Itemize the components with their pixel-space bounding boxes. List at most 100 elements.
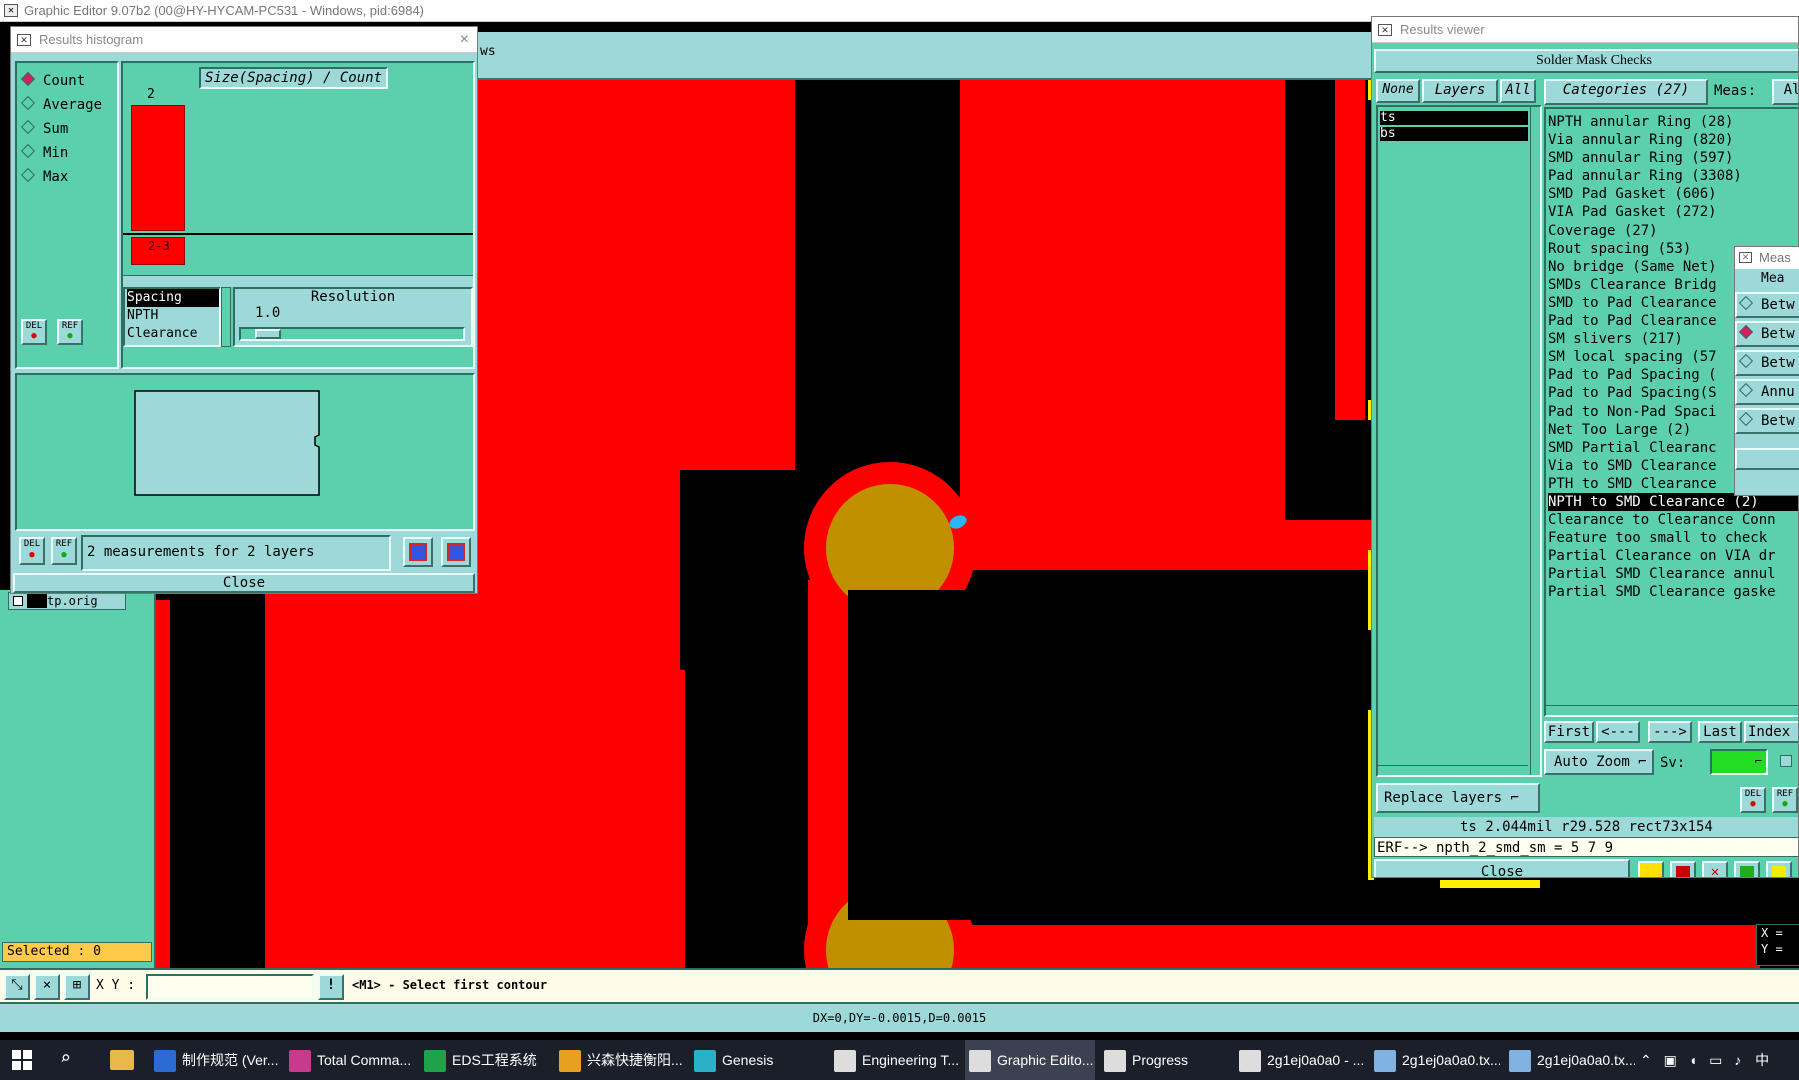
taskbar-item[interactable]: Progress (1100, 1040, 1230, 1080)
type-list[interactable]: Spacing NPTH Clearance (123, 287, 221, 347)
mode-option[interactable]: Sum (20, 117, 117, 141)
category-item[interactable]: VIA Pad Gasket (272) (1548, 203, 1798, 221)
doc-icon (154, 1050, 176, 1073)
bar-range-label[interactable]: 2-3 (131, 237, 185, 265)
histogram-bar[interactable] (131, 105, 185, 231)
type-item[interactable]: NPTH (127, 307, 219, 325)
sv-checkbox[interactable] (1780, 755, 1792, 767)
categories-button[interactable]: Categories (27) (1544, 79, 1708, 105)
last-button[interactable]: Last (1698, 721, 1742, 743)
category-item[interactable]: Clearance to Clearance Conn (1548, 511, 1798, 529)
tool-icon-3[interactable]: ✕ (1702, 861, 1728, 877)
search-icon[interactable]: ⌕ (60, 1048, 71, 1069)
measure-ref-button[interactable]: REF ● (51, 537, 77, 565)
replace-layers-button[interactable]: Replace layers ⌐ (1376, 783, 1540, 813)
type-scrollbar[interactable] (221, 287, 231, 347)
xy-input[interactable] (146, 974, 314, 1000)
category-item[interactable]: Partial SMD Clearance gaske (1548, 583, 1798, 601)
meas-option[interactable]: Annu (1735, 379, 1799, 405)
tool-icon-1[interactable] (1638, 861, 1664, 877)
layer-row[interactable]: tp.orig (8, 592, 126, 610)
meas-all-button[interactable]: Al (1772, 79, 1798, 105)
layer-list-vscroll[interactable] (1530, 107, 1540, 775)
zoom-measure-button[interactable] (403, 537, 433, 567)
meas-popup-button[interactable] (1735, 448, 1799, 470)
category-item[interactable]: Feature too small to check (1548, 529, 1798, 547)
zoom-fit-button[interactable] (441, 537, 471, 567)
taskbar-item[interactable]: 2g1ej0a0a0.tx... (1505, 1040, 1635, 1080)
histogram-close-icon[interactable]: × (460, 27, 469, 53)
mode-option[interactable]: Max (20, 165, 117, 189)
chart-scrollbar[interactable] (123, 275, 473, 287)
meas-option[interactable]: Betw (1735, 292, 1799, 318)
category-item[interactable]: SMD annular Ring (597) (1548, 149, 1798, 167)
mode-option[interactable]: Count (20, 69, 117, 93)
histogram-close-button[interactable]: Close (13, 573, 475, 593)
network-icon[interactable]: ▣ (1664, 1052, 1677, 1068)
tool-icon-2[interactable] (1670, 861, 1696, 877)
taskbar-item[interactable]: 兴森快捷衡阳... (555, 1040, 685, 1080)
resolution-slider[interactable] (239, 327, 465, 341)
volume-icon[interactable]: ◖ (1689, 1052, 1697, 1068)
taskbar-item[interactable]: 制作规范 (Ver... (150, 1040, 280, 1080)
category-item[interactable]: NPTH annular Ring (28) (1548, 113, 1798, 131)
category-item[interactable]: Pad annular Ring (3308) (1548, 167, 1798, 185)
start-button[interactable] (12, 1050, 32, 1070)
tool-icon-4[interactable] (1734, 861, 1760, 877)
mode-option[interactable]: Min (20, 141, 117, 165)
meas-option[interactable]: Betw (1735, 408, 1799, 434)
category-item[interactable]: Partial SMD Clearance annul (1548, 565, 1798, 583)
layers-button[interactable]: Layers (1422, 79, 1498, 103)
menu-fragment[interactable]: ws (480, 44, 496, 59)
layer-item[interactable]: ts (1380, 111, 1528, 125)
resolution-slider-thumb[interactable] (255, 329, 281, 339)
mode-del-button[interactable]: DEL ● (21, 319, 47, 345)
index-button[interactable]: Index (1744, 721, 1798, 743)
layers-all-button[interactable]: All (1500, 79, 1536, 103)
prev-button[interactable]: <--- (1596, 721, 1640, 743)
command-exec-button[interactable]: ! (318, 974, 344, 1000)
taskbar-item[interactable]: Graphic Edito... (965, 1040, 1095, 1080)
layer-item[interactable]: bs (1380, 127, 1528, 141)
results-del-button[interactable]: DEL ● (1740, 787, 1766, 813)
category-item[interactable]: Via annular Ring (820) (1548, 131, 1798, 149)
meas-option[interactable]: Betw (1735, 321, 1799, 347)
type-item[interactable]: Spacing (127, 289, 219, 307)
category-item[interactable]: Partial Clearance on VIA dr (1548, 547, 1798, 565)
results-ref-button[interactable]: REF ● (1772, 787, 1798, 813)
taskbar-item[interactable]: Engineering T... (830, 1040, 960, 1080)
battery-icon[interactable]: ▭ (1709, 1052, 1722, 1068)
tool-icon-5[interactable] (1766, 861, 1792, 877)
tool-select-button[interactable]: ⤡ (4, 974, 30, 1000)
layer-list-hscroll[interactable] (1378, 765, 1528, 775)
taskbar-item[interactable]: EDS工程系统 (420, 1040, 550, 1080)
tray[interactable]: ⌃ ▣ ◖ ▭ ♪ 中 (1640, 1040, 1769, 1080)
speaker-icon[interactable]: ♪ (1734, 1052, 1741, 1068)
ime-indicator[interactable]: 中 (1755, 1052, 1769, 1068)
taskbar-item[interactable]: Total Comma... (285, 1040, 415, 1080)
next-button[interactable]: ---> (1648, 721, 1692, 743)
type-item[interactable]: Clearance (127, 325, 219, 343)
file-explorer-icon[interactable] (110, 1050, 134, 1070)
category-item[interactable]: SMD Pad Gasket (606) (1548, 185, 1798, 203)
category-item[interactable]: Coverage (27) (1548, 222, 1798, 240)
meas-option[interactable]: Betw (1735, 350, 1799, 376)
mode-ref-button[interactable]: REF ● (57, 319, 83, 345)
measure-del-button[interactable]: DEL ● (19, 537, 45, 565)
mode-option[interactable]: Average (20, 93, 117, 117)
layer-checkbox[interactable] (13, 596, 23, 606)
tool-measure-button[interactable]: ⨯ (34, 974, 60, 1000)
tool-grid-button[interactable]: ⊞ (64, 974, 90, 1000)
sv-color-selector[interactable]: ⌐ (1710, 749, 1768, 775)
first-button[interactable]: First (1544, 721, 1594, 743)
layers-none-button[interactable]: None (1376, 79, 1420, 103)
chevron-up-icon[interactable]: ⌃ (1640, 1052, 1652, 1068)
layer-list[interactable]: ts bs (1376, 105, 1542, 777)
taskbar-item[interactable]: 2g1ej0a0a0.tx... (1370, 1040, 1500, 1080)
category-hscroll[interactable] (1546, 705, 1798, 715)
results-close-button[interactable]: Close (1374, 859, 1630, 877)
taskbar-item[interactable]: 2g1ej0a0a0 - ... (1235, 1040, 1365, 1080)
taskbar-item[interactable]: Genesis (690, 1040, 820, 1080)
auto-zoom-button[interactable]: Auto Zoom ⌐ (1544, 749, 1654, 775)
shape-preview (15, 373, 475, 531)
